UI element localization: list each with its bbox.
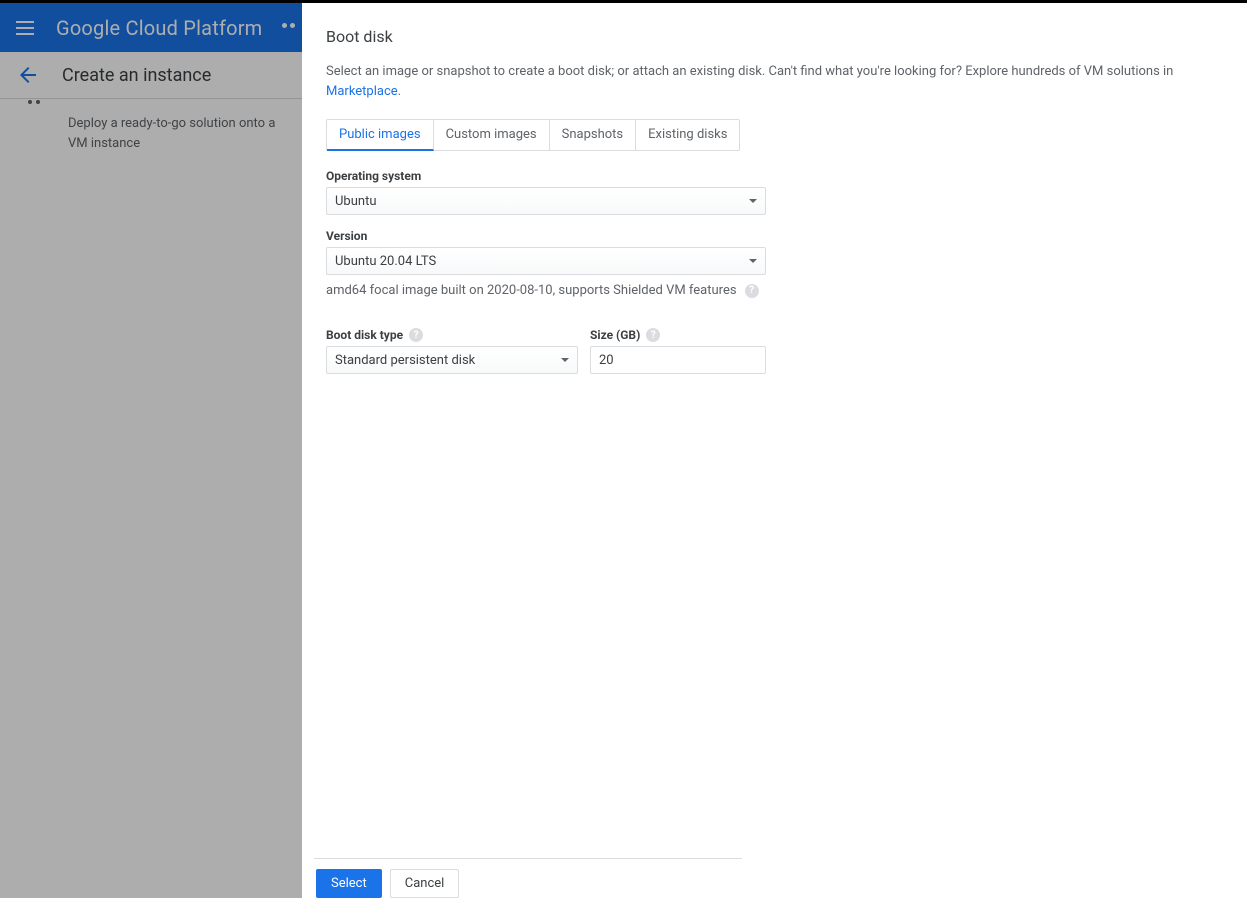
boot-disk-dialog: Boot disk Select an image or snapshot to… (302, 3, 1247, 898)
size-label: Size (GB) (590, 328, 640, 342)
disk-type-value: Standard persistent disk (335, 353, 475, 368)
chevron-down-icon (749, 199, 757, 203)
dialog-footer: Select Cancel (314, 858, 742, 898)
dialog-tabs: Public images Custom images Snapshots Ex… (326, 119, 740, 151)
chevron-down-icon (749, 259, 757, 263)
disk-type-select[interactable]: Standard persistent disk (326, 346, 578, 374)
modal-overlay[interactable] (0, 3, 302, 898)
version-hint: amd64 focal image built on 2020-08-10, s… (326, 283, 1223, 298)
tab-public-images[interactable]: Public images (327, 120, 434, 151)
version-select[interactable]: Ubuntu 20.04 LTS (326, 247, 766, 275)
tab-snapshots[interactable]: Snapshots (550, 120, 637, 150)
disk-type-label: Boot disk type (326, 328, 403, 342)
size-input[interactable] (590, 346, 766, 374)
help-icon[interactable]: ? (409, 328, 423, 342)
tab-existing-disks[interactable]: Existing disks (636, 120, 739, 150)
version-label: Version (326, 229, 1223, 243)
tab-custom-images[interactable]: Custom images (434, 120, 550, 150)
help-icon[interactable]: ? (745, 284, 759, 298)
cancel-button[interactable]: Cancel (390, 869, 460, 898)
os-value: Ubuntu (335, 194, 377, 209)
help-icon[interactable]: ? (646, 328, 660, 342)
dialog-title: Boot disk (326, 27, 1223, 46)
dialog-description: Select an image or snapshot to create a … (326, 62, 1223, 101)
os-select[interactable]: Ubuntu (326, 187, 766, 215)
os-label: Operating system (326, 169, 1223, 183)
select-button[interactable]: Select (316, 869, 382, 898)
chevron-down-icon (561, 358, 569, 362)
version-value: Ubuntu 20.04 LTS (335, 254, 436, 269)
marketplace-link[interactable]: Marketplace (326, 84, 398, 99)
